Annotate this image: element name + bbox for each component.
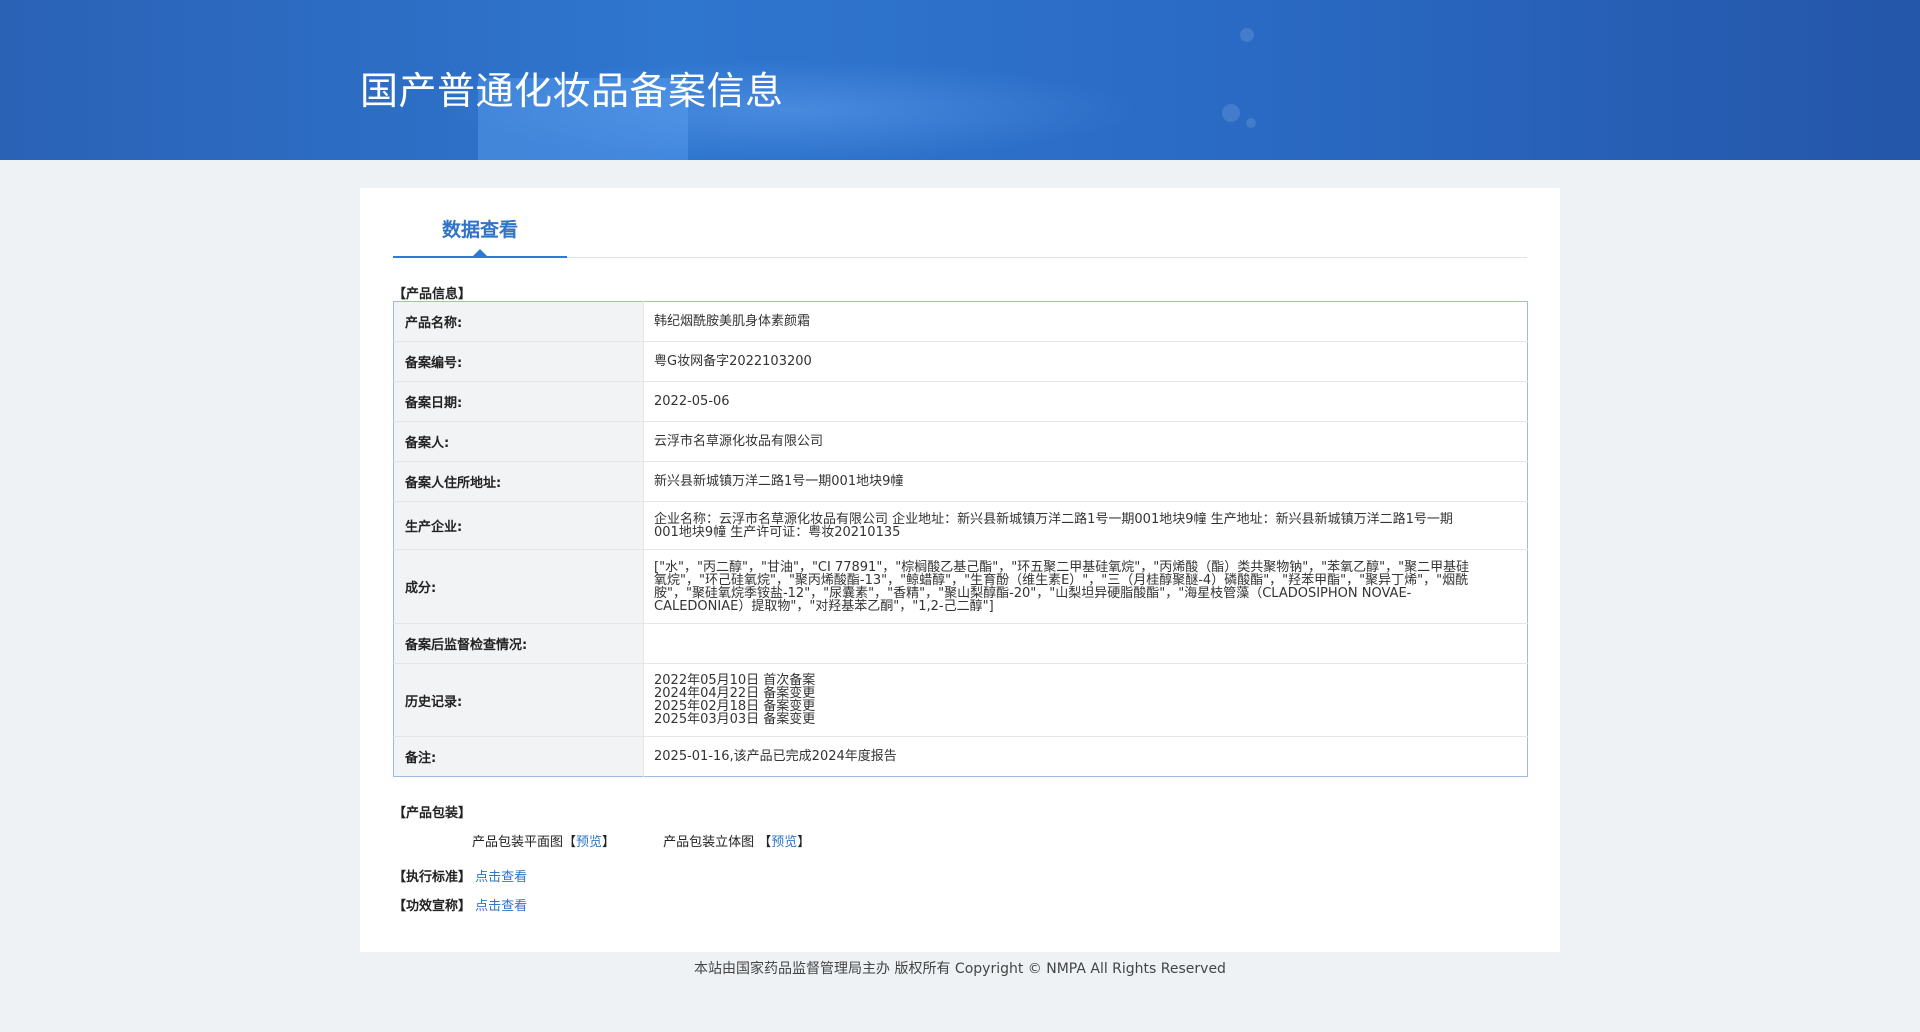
row-label: 备案编号: [393, 341, 644, 382]
row-label: 备案后监督检查情况: [393, 623, 644, 664]
manufacturer-value: 企业名称：云浮市名草源化妆品有限公司 企业地址：新兴县新城镇万洋二路1号一期00… [643, 501, 1528, 550]
footer: 本站由国家药品监督管理局主办 版权所有 Copyright © NMPA All… [694, 961, 1226, 977]
main-card: 数据查看 【产品信息】 产品名称: 韩纪烟酰胺美肌身体素颜霜 备案编号: 粤G妆… [360, 188, 1560, 952]
bracket-open: 【 [758, 835, 772, 850]
table-row: 备案日期: 2022-05-06 [393, 381, 1528, 422]
page-title: 国产普通化妆品备案信息 [360, 69, 784, 113]
tab-bar: 数据查看 [393, 188, 1527, 258]
table-row: 备案编号: 粤G妆网备字2022103200 [393, 341, 1528, 382]
packaging-solid-item: 产品包装立体图 【预览】 [663, 831, 810, 850]
product-name-value: 韩纪烟酰胺美肌身体素颜霜 [643, 301, 1528, 342]
table-row: 备注: 2025-01-16,该产品已完成2024年度报告 [393, 736, 1528, 777]
filing-date-value: 2022-05-06 [643, 381, 1528, 422]
efficacy-label: 【功效宣称】 [393, 899, 472, 914]
efficacy-view-link[interactable]: 点击查看 [475, 899, 527, 914]
bracket-open: 【 [563, 835, 577, 850]
filer-address-value: 新兴县新城镇万洋二路1号一期001地块9幢 [643, 461, 1528, 502]
filing-number-value: 粤G妆网备字2022103200 [643, 341, 1528, 382]
table-row: 成分: ["水"，"丙二醇"，"甘油"，"CI 77891"，"棕榈酸乙基己酯"… [393, 549, 1528, 624]
remark-value: 2025-01-16,该产品已完成2024年度报告 [654, 749, 897, 764]
table-row: 产品名称: 韩纪烟酰胺美肌身体素颜霜 [393, 301, 1528, 342]
packaging-row: 产品包装平面图【预览】 产品包装立体图 【预览】 [472, 831, 810, 850]
standard-label: 【执行标准】 [393, 870, 472, 885]
product-info-table: 产品名称: 韩纪烟酰胺美肌身体素颜霜 备案编号: 粤G妆网备字202210320… [393, 301, 1528, 777]
packaging-flat-label: 产品包装平面图 [472, 835, 564, 850]
banner-dot [1222, 104, 1240, 122]
table-row: 生产企业: 企业名称：云浮市名草源化妆品有限公司 企业地址：新兴县新城镇万洋二路… [393, 501, 1528, 550]
row-label: 备案人: [393, 421, 644, 462]
row-label: 生产企业: [393, 501, 644, 550]
table-row: 备案人住所地址: 新兴县新城镇万洋二路1号一期001地块9幢 [393, 461, 1528, 502]
table-row: 备案人: 云浮市名草源化妆品有限公司 [393, 421, 1528, 462]
flat-preview-link[interactable]: 预览 [576, 835, 602, 850]
bracket-close: 】 [797, 835, 811, 850]
table-row: 历史记录: 2022年05月10日 首次备案 2024年04月22日 备案变更 … [393, 663, 1528, 737]
row-label: 历史记录: [393, 663, 644, 737]
packaging-solid-label: 产品包装立体图 [663, 835, 755, 850]
row-label: 产品名称: [393, 301, 644, 342]
filer-value: 云浮市名草源化妆品有限公司 [643, 421, 1528, 462]
bracket-close: 】 [602, 835, 616, 850]
packaging-heading: 【产品包装】 [393, 806, 472, 821]
history-value: 2022年05月10日 首次备案 2024年04月22日 备案变更 2025年0… [643, 663, 1528, 737]
standard-view-link[interactable]: 点击查看 [475, 870, 527, 885]
tab-data-view[interactable]: 数据查看 [393, 188, 567, 258]
ingredients-value: ["水"，"丙二醇"，"甘油"，"CI 77891"，"棕榈酸乙基己酯"，"环五… [643, 549, 1528, 624]
row-label: 成分: [393, 549, 644, 624]
efficacy-row: 【功效宣称】 点击查看 [393, 895, 527, 914]
row-label: 备注: [393, 736, 644, 777]
tab-label: 数据查看 [441, 219, 518, 241]
inspection-value [643, 623, 1528, 664]
row-label: 备案日期: [393, 381, 644, 422]
banner-dot [1240, 28, 1254, 42]
product-info-heading: 【产品信息】 [393, 287, 472, 302]
standard-row: 【执行标准】 点击查看 [393, 866, 527, 885]
table-row: 备案后监督检查情况: [393, 623, 1528, 664]
row-label: 备案人住所地址: [393, 461, 644, 502]
packaging-flat-item: 产品包装平面图【预览】 [472, 831, 615, 850]
solid-preview-link[interactable]: 预览 [771, 835, 797, 850]
tab-active-caret [473, 249, 487, 256]
header-banner: 国产普通化妆品备案信息 [0, 0, 1920, 160]
banner-dot [1246, 118, 1256, 128]
history-entry: 2025年03月03日 备案变更 [654, 712, 816, 727]
